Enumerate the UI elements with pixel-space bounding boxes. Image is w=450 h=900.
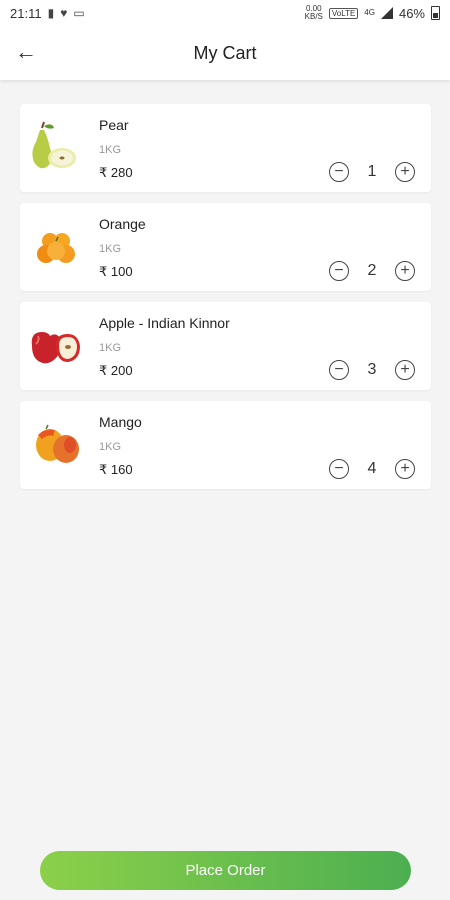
mango-image <box>26 417 86 473</box>
product-price: ₹ 200 <box>99 363 133 378</box>
laptop-icon: ▭ <box>73 6 85 20</box>
product-unit: 1KG <box>99 243 122 255</box>
volte-badge: VoLTE <box>328 7 359 19</box>
minus-icon[interactable]: − <box>329 360 349 380</box>
app-bar: ← My Cart <box>0 26 450 80</box>
cart-item: Orange 1KG ₹ 100 − 2 + <box>20 203 431 291</box>
sim-icon: ▮ <box>47 6 55 20</box>
product-name: Pear <box>99 117 129 133</box>
plus-icon[interactable]: + <box>395 459 415 479</box>
battery-icon <box>431 6 440 20</box>
product-unit: 1KG <box>99 144 122 156</box>
plus-icon[interactable]: + <box>395 360 415 380</box>
quantity-stepper: − 3 + <box>329 360 415 380</box>
product-unit: 1KG <box>99 342 122 354</box>
orange-image <box>26 219 86 275</box>
quantity-stepper: − 4 + <box>329 459 415 479</box>
back-arrow-icon[interactable]: ← <box>8 34 44 70</box>
status-right: 0.00 KB/S VoLTE 4G 46% <box>305 5 440 21</box>
net-speed-unit: KB/S <box>304 12 323 21</box>
product-price: ₹ 280 <box>99 165 133 180</box>
status-left: 21:11 ▮ ♥ ▭ <box>10 6 85 21</box>
orange-icon <box>37 233 75 263</box>
product-price: ₹ 160 <box>99 462 133 477</box>
quantity-stepper: − 2 + <box>329 261 415 281</box>
quantity-value: 1 <box>367 163 377 180</box>
pear-icon <box>32 121 76 169</box>
quantity-stepper: − 1 + <box>329 162 415 182</box>
network-type: 4G <box>364 8 375 17</box>
signal-icon <box>380 7 393 19</box>
minus-icon[interactable]: − <box>329 261 349 281</box>
product-unit: 1KG <box>99 441 122 453</box>
status-time: 21:11 <box>10 5 42 21</box>
product-name: Apple - Indian Kinnor <box>99 315 230 331</box>
cart-list: Pear 1KG ₹ 280 − 1 + Orange 1KG ₹ 100 − … <box>20 104 431 500</box>
cart-item: Apple - Indian Kinnor 1KG ₹ 200 − 3 + <box>20 302 431 390</box>
apple-image <box>26 318 86 374</box>
mango-icon <box>36 424 79 463</box>
minus-icon[interactable]: − <box>329 162 349 182</box>
plus-icon[interactable]: + <box>395 261 415 281</box>
net-speed: 0.00 KB/S <box>305 5 323 21</box>
battery-percent: 46% <box>398 5 425 21</box>
page-title: My Cart <box>193 42 257 63</box>
product-name: Orange <box>99 216 146 232</box>
quantity-value: 4 <box>367 460 377 477</box>
quantity-value: 3 <box>367 361 377 378</box>
product-price: ₹ 100 <box>99 264 133 279</box>
cart-item: Pear 1KG ₹ 280 − 1 + <box>20 104 431 192</box>
heart-icon: ♥ <box>60 6 68 20</box>
apple-icon <box>31 332 80 364</box>
minus-icon[interactable]: − <box>329 459 349 479</box>
status-bar: 21:11 ▮ ♥ ▭ 0.00 KB/S VoLTE 4G 46% <box>0 0 450 26</box>
pear-image <box>26 120 86 176</box>
product-name: Mango <box>99 414 142 430</box>
plus-icon[interactable]: + <box>395 162 415 182</box>
place-order-button[interactable]: Place Order <box>40 851 411 890</box>
quantity-value: 2 <box>367 262 377 279</box>
cart-item: Mango 1KG ₹ 160 − 4 + <box>20 401 431 489</box>
